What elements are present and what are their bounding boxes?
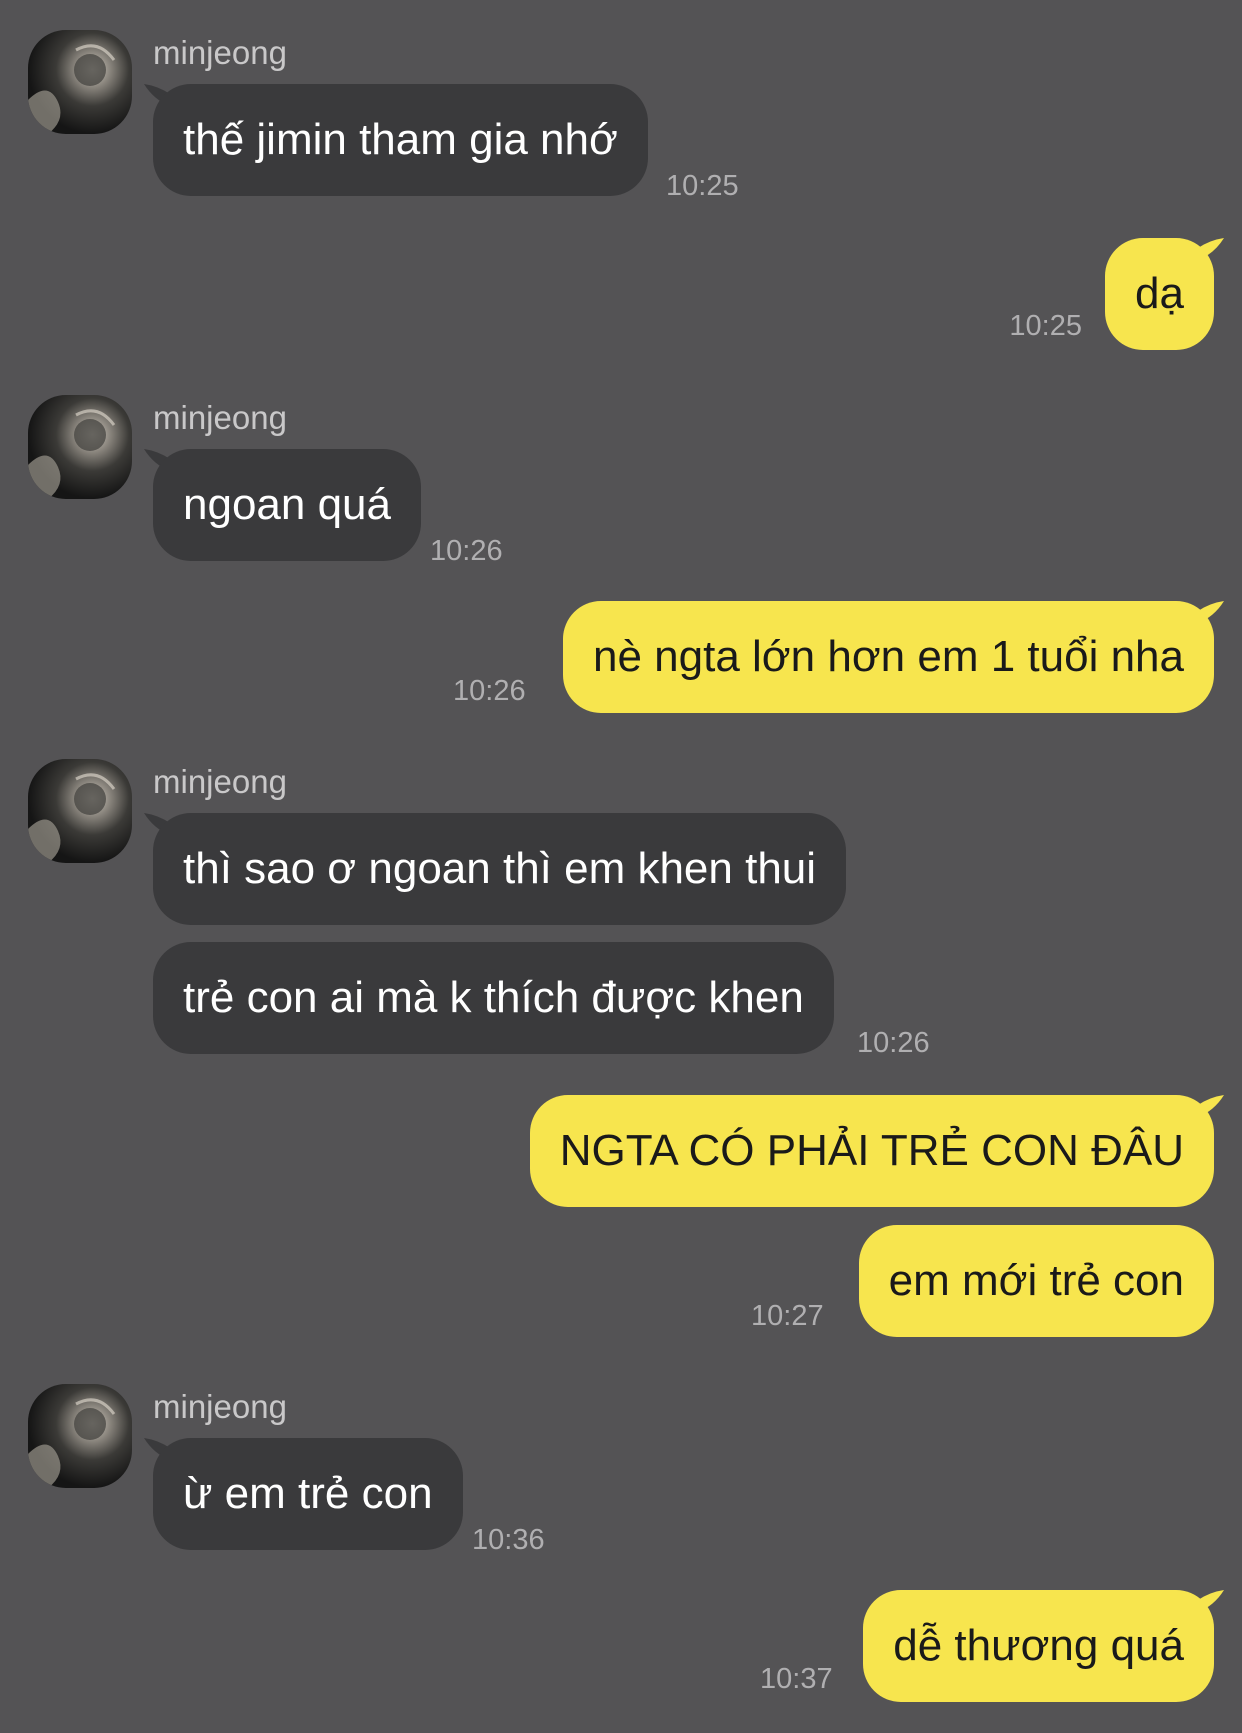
message-bubble-outgoing[interactable]: NGTA CÓ PHẢI TRẺ CON ĐÂU	[529, 1095, 1214, 1207]
sender-name: minjeong	[153, 34, 287, 71]
message-timestamp: 10:25	[1009, 310, 1082, 342]
avatar-photo-icon	[28, 409, 116, 499]
message-bubble-outgoing[interactable]: nè ngta lớn hơn em 1 tuổi nha	[563, 601, 1214, 713]
message-bubble-incoming[interactable]: ngoan quá	[153, 449, 421, 561]
avatar-photo-icon	[28, 1398, 116, 1488]
contact-avatar[interactable]	[28, 30, 132, 134]
message-bubble-incoming[interactable]: thì sao ơ ngoan thì em khen thui	[153, 813, 847, 925]
contact-avatar[interactable]	[28, 395, 132, 499]
message-timestamp: 10:26	[857, 1027, 930, 1059]
message-timestamp: 10:36	[472, 1524, 545, 1556]
contact-avatar[interactable]	[28, 759, 132, 863]
message-bubble-incoming[interactable]: ừ em trẻ con	[153, 1438, 463, 1550]
message-bubble-incoming[interactable]: thế jimin tham gia nhớ	[153, 84, 648, 196]
contact-avatar[interactable]	[28, 1384, 132, 1488]
message-bubble-outgoing[interactable]: em mới trẻ con	[858, 1225, 1214, 1337]
sender-name: minjeong	[153, 763, 287, 800]
avatar-photo-icon	[28, 44, 116, 134]
sender-name: minjeong	[153, 399, 287, 436]
message-bubble-outgoing[interactable]: dạ	[1105, 238, 1214, 350]
message-timestamp: 10:37	[760, 1663, 833, 1695]
message-timestamp: 10:26	[430, 535, 503, 567]
message-bubble-outgoing[interactable]: dễ thương quá	[863, 1590, 1214, 1702]
message-timestamp: 10:25	[666, 170, 739, 202]
avatar-photo-icon	[28, 773, 116, 863]
message-timestamp: 10:26	[453, 675, 526, 707]
message-timestamp: 10:27	[751, 1300, 824, 1332]
message-bubble-incoming[interactable]: trẻ con ai mà k thích được khen	[153, 942, 834, 1054]
sender-name: minjeong	[153, 1388, 287, 1425]
chat-transcript: minjeong thế jimin tham gia nhớ 10:25 dạ…	[0, 0, 1242, 1733]
